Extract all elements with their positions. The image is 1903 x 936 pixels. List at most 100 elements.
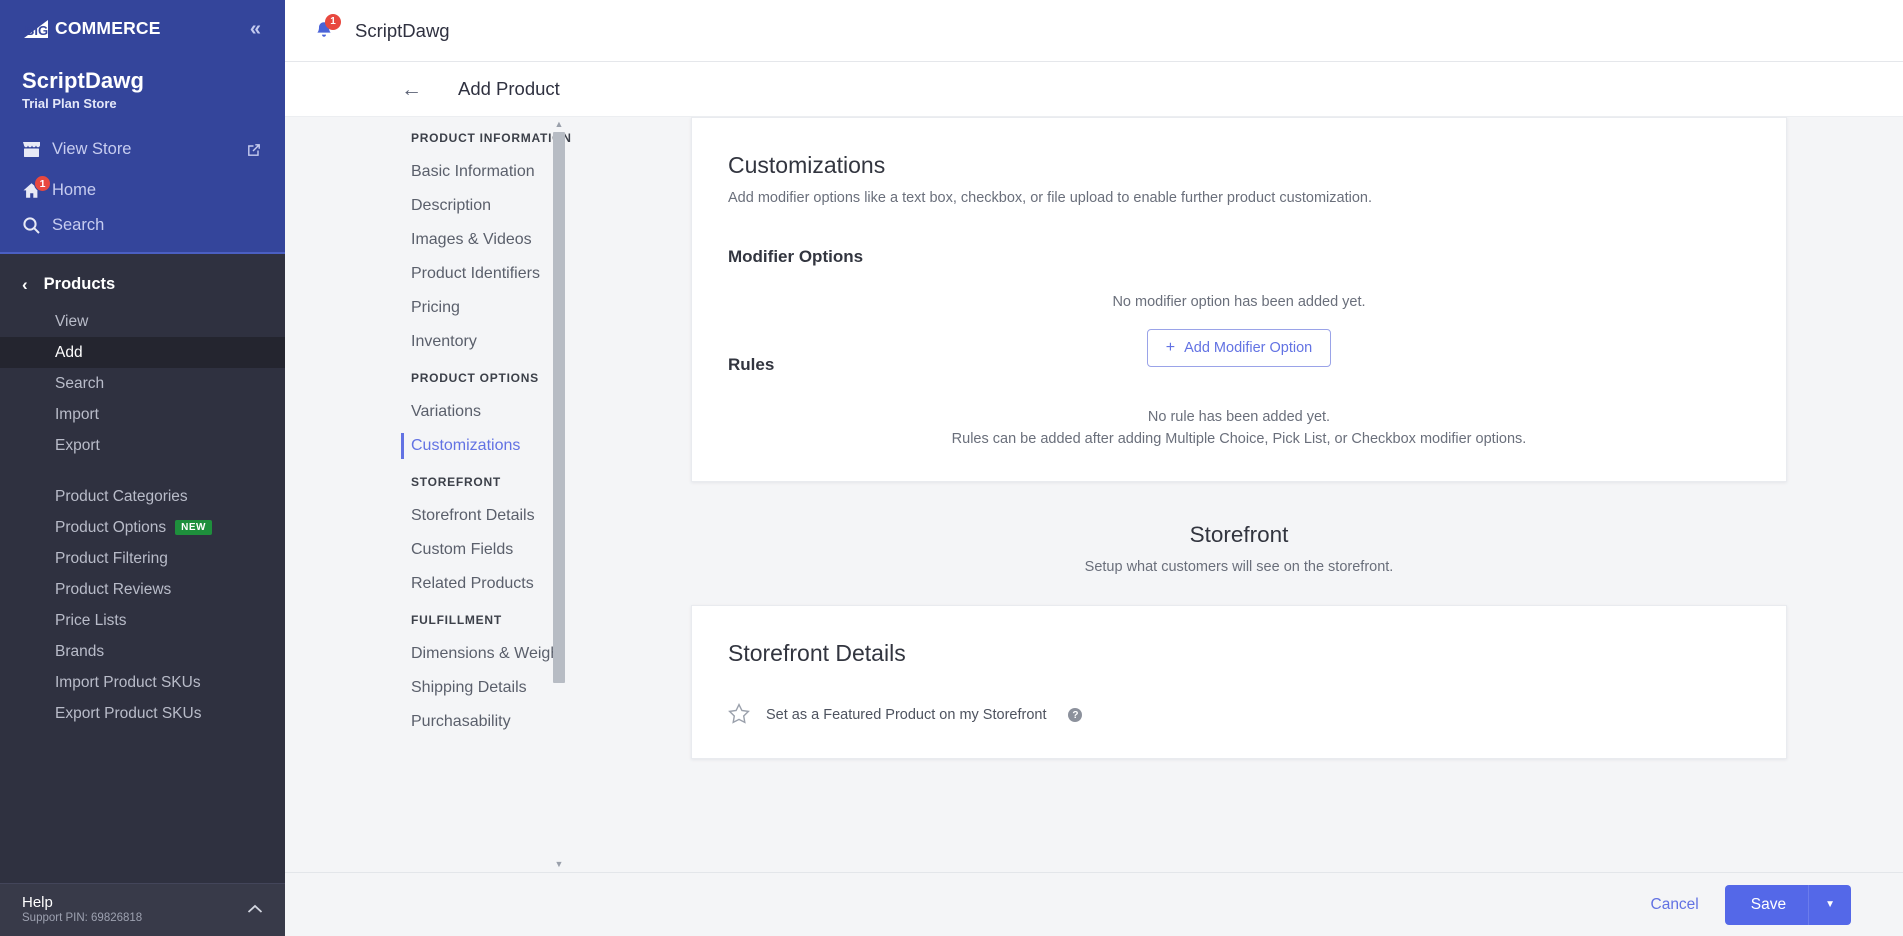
sidebar-item-export-product-skus[interactable]: Export Product SKUs [0, 698, 285, 729]
customizations-subtitle: Add modifier options like a text box, ch… [728, 190, 1372, 206]
content-column: Customizations Add modifier options like… [575, 117, 1903, 872]
scrollbar-track[interactable] [553, 132, 565, 857]
back-arrow-icon[interactable]: ← [401, 79, 422, 100]
subnav-item-label: Related Products [411, 575, 534, 592]
main-region: 1 ScriptDawg ← Add Product PRODUCT INFOR… [285, 0, 1903, 936]
subnav-scrollbar[interactable]: ▲ ▼ [552, 117, 566, 872]
sidebar-item-import-product-skus[interactable]: Import Product SKUs [0, 667, 285, 698]
subnav-group-title: FULFILLMENT [411, 613, 502, 627]
subnav-item-label: Images & Videos [411, 231, 532, 248]
sidebar-products-list-secondary: Product Categories Product Options NEW P… [0, 481, 285, 729]
big-logo-icon: BIG [22, 18, 52, 40]
subnav-item-shipping-details[interactable]: Shipping Details [285, 671, 575, 705]
help-title: Help [22, 894, 53, 911]
subnav-item-customizations[interactable]: Customizations [285, 429, 575, 463]
sidebar-item-search[interactable]: Search [0, 211, 285, 252]
scrollbar-thumb[interactable] [553, 132, 565, 683]
subnav-item-label: Storefront Details [411, 507, 535, 524]
customizations-card-inner: Customizations Add modifier options like… [692, 118, 1786, 481]
plus-icon: + [1165, 339, 1176, 356]
star-outline-icon[interactable] [728, 702, 750, 728]
subnav-item-images-videos[interactable]: Images & Videos [285, 223, 575, 257]
subnav-item-inventory[interactable]: Inventory [285, 325, 575, 359]
sidebar-item-product-categories[interactable]: Product Categories [0, 481, 285, 512]
rules-empty-line-2: Rules can be added after adding Multiple… [951, 431, 1527, 448]
sidebar-item-product-options[interactable]: Product Options NEW [0, 512, 285, 543]
sidebar-item-label: Brands [55, 642, 105, 660]
subnav-item-pricing[interactable]: Pricing [285, 291, 575, 325]
subnav-item-description[interactable]: Description [285, 189, 575, 223]
main-sidebar: BIG COMMERCE « ScriptDawg Trial Plan Sto… [0, 0, 285, 936]
subnav-group-title: PRODUCT OPTIONS [411, 371, 539, 385]
product-section-nav: PRODUCT INFORMATION Basic Information De… [285, 117, 575, 872]
sidebar-item-import[interactable]: Import [0, 399, 285, 430]
add-modifier-option-label: Add Modifier Option [1184, 340, 1313, 356]
topbar-store-title: ScriptDawg [355, 19, 450, 41]
help-text-block: Help Support PIN: 69826818 [22, 894, 142, 924]
new-badge: NEW [175, 520, 212, 535]
scroll-down-icon[interactable]: ▼ [555, 857, 564, 872]
subnav-group-title: STOREFRONT [411, 475, 501, 489]
sidebar-item-view-store[interactable]: View Store [0, 129, 285, 170]
sidebar-item-label: Product Filtering [55, 549, 168, 567]
help-panel[interactable]: Help Support PIN: 69826818 [0, 883, 285, 936]
subnav-item-label: Pricing [411, 299, 460, 316]
svg-text:BIG: BIG [25, 23, 48, 38]
subnav-item-purchasability[interactable]: Purchasability [285, 705, 575, 739]
store-plan-label: Trial Plan Store [22, 96, 117, 111]
sidebar-item-label: Import Product SKUs [55, 673, 201, 691]
sidebar-back-products[interactable]: ‹ Products [0, 262, 285, 306]
subnav-item-dimensions-weight[interactable]: Dimensions & Weight [285, 637, 575, 671]
sidebar-item-label: View Store [52, 140, 132, 158]
storefront-details-card-inner: Storefront Details Set as a Featured Pro… [692, 606, 1786, 758]
save-dropdown-button[interactable]: ▼ [1808, 884, 1851, 925]
subnav-item-related-products[interactable]: Related Products [285, 567, 575, 601]
collapse-sidebar-button[interactable]: « [250, 19, 261, 39]
sidebar-item-add[interactable]: Add [0, 337, 285, 368]
customizations-title: Customizations [728, 152, 886, 178]
subnav-group-title: PRODUCT INFORMATION [411, 131, 572, 145]
subnav-item-label: Customizations [411, 437, 521, 454]
action-footer: Cancel Save ▼ [285, 872, 1903, 936]
help-circle-icon[interactable]: ? [1068, 708, 1083, 723]
subnav-item-custom-fields[interactable]: Custom Fields [285, 533, 575, 567]
chevron-up-icon[interactable] [247, 901, 263, 918]
subnav-item-basic-information[interactable]: Basic Information [285, 155, 575, 189]
store-name: ScriptDawg [22, 68, 145, 93]
featured-product-row[interactable]: Set as a Featured Product on my Storefro… [728, 702, 1750, 728]
sidebar-item-product-filtering[interactable]: Product Filtering [0, 543, 285, 574]
sidebar-item-export[interactable]: Export [0, 430, 285, 461]
subnav-item-product-identifiers[interactable]: Product Identifiers [285, 257, 575, 291]
sidebar-item-label: Home [52, 181, 97, 199]
modifier-options-heading: Modifier Options [728, 247, 864, 266]
bell-icon[interactable]: 1 [309, 13, 341, 46]
save-button[interactable]: Save [1724, 884, 1809, 925]
storefront-details-card: Storefront Details Set as a Featured Pro… [691, 604, 1787, 759]
sidebar-item-price-lists[interactable]: Price Lists [0, 605, 285, 636]
sidebar-item-label: Add [55, 343, 83, 361]
subnav-item-label: Basic Information [411, 163, 535, 180]
bell-notification-badge: 1 [325, 13, 341, 30]
body-area: PRODUCT INFORMATION Basic Information De… [285, 117, 1903, 872]
subnav-item-label: Variations [411, 403, 481, 420]
subnav-item-label: Shipping Details [411, 679, 527, 696]
cancel-button[interactable]: Cancel [1651, 896, 1699, 914]
add-modifier-option-button[interactable]: + Add Modifier Option [1146, 329, 1332, 367]
subnav-item-variations[interactable]: Variations [285, 395, 575, 429]
sidebar-item-view[interactable]: View [0, 306, 285, 337]
rules-empty-line-1: No rule has been added yet. [1147, 409, 1331, 425]
sidebar-item-product-reviews[interactable]: Product Reviews [0, 574, 285, 605]
storefront-banner-title: Storefront [1189, 521, 1289, 547]
external-link-icon [247, 143, 261, 157]
subnav-item-label: Custom Fields [411, 541, 514, 558]
sidebar-item-search-products[interactable]: Search [0, 368, 285, 399]
subnav-item-storefront-details[interactable]: Storefront Details [285, 499, 575, 533]
scroll-up-icon[interactable]: ▲ [555, 117, 564, 132]
sidebar-item-brands[interactable]: Brands [0, 636, 285, 667]
top-bar: 1 ScriptDawg [285, 0, 1903, 62]
sidebar-item-label: Export [55, 436, 100, 454]
bigcommerce-logo[interactable]: BIG COMMERCE [22, 18, 161, 40]
sidebar-item-home[interactable]: 1 Home [0, 170, 285, 211]
customizations-card: Customizations Add modifier options like… [691, 117, 1787, 482]
subnav-item-label: Dimensions & Weight [411, 645, 564, 662]
